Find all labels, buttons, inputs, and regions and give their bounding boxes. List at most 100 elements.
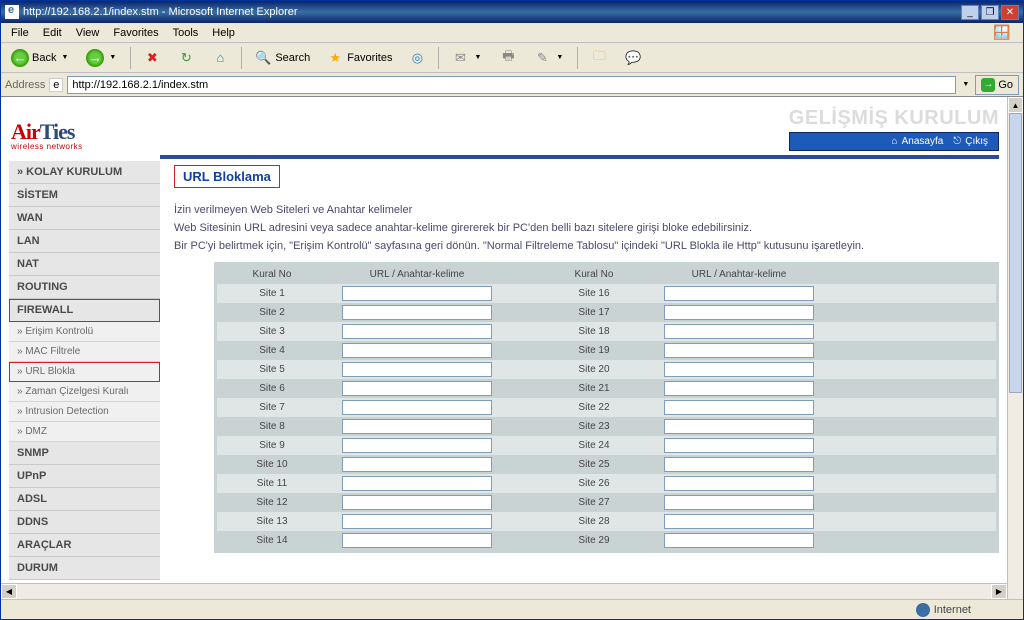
favorites-button[interactable]: ★ Favorites — [320, 46, 398, 70]
logout-icon: ⎋ — [953, 136, 961, 147]
back-label: Back — [32, 52, 56, 64]
url-input-right-11[interactable] — [664, 476, 814, 491]
sidebar-item-lan[interactable]: LAN — [9, 230, 160, 253]
sidebar-item-adsl[interactable]: ADSL — [9, 488, 160, 511]
search-button[interactable]: 🔍 Search — [248, 46, 316, 70]
stop-button[interactable]: ✖ — [137, 46, 167, 70]
menu-file[interactable]: File — [5, 25, 35, 41]
url-input-left-7[interactable] — [342, 400, 492, 415]
menu-tools[interactable]: Tools — [167, 25, 205, 41]
url-input-right-12[interactable] — [664, 495, 814, 510]
rule-label-left: Site 10 — [217, 455, 327, 474]
sidebar-sub-url[interactable]: » URL Blokla — [9, 362, 160, 382]
vertical-scrollbar[interactable]: ▲ ▼ — [1007, 97, 1023, 619]
menu-help[interactable]: Help — [206, 25, 241, 41]
horizontal-scrollbar[interactable]: ◀ ▶ — [1, 583, 1007, 599]
url-input-right-9[interactable] — [664, 438, 814, 453]
url-input-left-10[interactable] — [342, 457, 492, 472]
scroll-track[interactable] — [1008, 113, 1023, 603]
maximize-button[interactable]: ❐ — [981, 5, 999, 20]
link-home[interactable]: ⌂Anasayfa — [892, 136, 944, 147]
sidebar-item-nat[interactable]: NAT — [9, 253, 160, 276]
url-input-left-12[interactable] — [342, 495, 492, 510]
url-input-right-5[interactable] — [664, 362, 814, 377]
address-input[interactable] — [67, 76, 956, 94]
url-input-left-9[interactable] — [342, 438, 492, 453]
menu-view[interactable]: View — [70, 25, 106, 41]
separator — [577, 47, 578, 69]
sidebar-item-kolay[interactable]: » KOLAY KURULUM — [9, 161, 160, 184]
url-input-right-14[interactable] — [664, 533, 814, 548]
sidebar-item-firewall[interactable]: FIREWALL — [9, 299, 160, 322]
folder-button[interactable]: 🗀 — [584, 46, 614, 70]
discuss-button[interactable]: 💬 — [618, 46, 648, 70]
scroll-left-button[interactable]: ◀ — [1, 584, 17, 599]
chevron-down-icon: ▼ — [107, 54, 118, 61]
sidebar-item-wan[interactable]: WAN — [9, 207, 160, 230]
rule-label-right: Site 19 — [539, 341, 649, 360]
url-input-right-2[interactable] — [664, 305, 814, 320]
sidebar-item-upnp[interactable]: UPnP — [9, 465, 160, 488]
url-input-left-1[interactable] — [342, 286, 492, 301]
minimize-button[interactable]: _ — [961, 5, 979, 20]
url-input-left-11[interactable] — [342, 476, 492, 491]
chevron-down-icon[interactable]: ▼ — [960, 81, 971, 88]
url-input-left-3[interactable] — [342, 324, 492, 339]
sidebar: » KOLAY KURULUM SİSTEM WAN LAN NAT ROUTI… — [9, 161, 160, 583]
scroll-right-button[interactable]: ▶ — [991, 584, 1007, 599]
close-button[interactable]: ✕ — [1001, 5, 1019, 20]
url-input-left-13[interactable] — [342, 514, 492, 529]
sidebar-item-araclar[interactable]: ARAÇLAR — [9, 534, 160, 557]
url-input-right-7[interactable] — [664, 400, 814, 415]
back-button[interactable]: ← Back ▼ — [5, 46, 76, 70]
sidebar-sub-erisim[interactable]: » Erişim Kontrolü — [9, 322, 160, 342]
home-button[interactable]: ⌂ — [205, 46, 235, 70]
table-row: Site 14Site 29 — [217, 531, 996, 550]
media-button[interactable]: ◎ — [402, 46, 432, 70]
menu-edit[interactable]: Edit — [37, 25, 68, 41]
url-input-right-8[interactable] — [664, 419, 814, 434]
menu-favorites[interactable]: Favorites — [107, 25, 164, 41]
url-input-left-8[interactable] — [342, 419, 492, 434]
sidebar-sub-mac[interactable]: » MAC Filtrele — [9, 342, 160, 362]
rule-label-left: Site 12 — [217, 493, 327, 512]
rule-label-right: Site 28 — [539, 512, 649, 531]
url-input-left-5[interactable] — [342, 362, 492, 377]
sidebar-sub-zaman[interactable]: » Zaman Çizelgesi Kuralı — [9, 382, 160, 402]
url-input-left-2[interactable] — [342, 305, 492, 320]
go-button[interactable]: → Go — [975, 75, 1019, 95]
rule-label-left: Site 5 — [217, 360, 327, 379]
sidebar-sub-ids[interactable]: » Intrusion Detection — [9, 402, 160, 422]
forward-button[interactable]: → ▼ — [80, 46, 124, 70]
url-input-right-1[interactable] — [664, 286, 814, 301]
sidebar-item-routing[interactable]: ROUTING — [9, 276, 160, 299]
scroll-thumb[interactable] — [1009, 113, 1022, 393]
url-input-left-14[interactable] — [342, 533, 492, 548]
sidebar-item-sistem[interactable]: SİSTEM — [9, 184, 160, 207]
rule-label-left: Site 13 — [217, 512, 327, 531]
url-input-right-3[interactable] — [664, 324, 814, 339]
print-button[interactable]: 🖶 — [493, 46, 523, 70]
sidebar-item-durum[interactable]: DURUM — [9, 557, 160, 580]
sidebar-item-ddns[interactable]: DDNS — [9, 511, 160, 534]
url-input-right-13[interactable] — [664, 514, 814, 529]
url-input-right-6[interactable] — [664, 381, 814, 396]
page-desc-3: Bir PC'yi belirtmek için, "Erişim Kontro… — [174, 240, 999, 252]
link-logout[interactable]: ⎋Çıkış — [953, 136, 988, 147]
edit-button[interactable]: ✎▼ — [527, 46, 571, 70]
mail-button[interactable]: ✉▼ — [445, 46, 489, 70]
home-icon: ⌂ — [211, 49, 229, 67]
sidebar-sub-dmz[interactable]: » DMZ — [9, 422, 160, 442]
url-input-left-4[interactable] — [342, 343, 492, 358]
scroll-up-button[interactable]: ▲ — [1008, 97, 1023, 113]
col-header-url-right: URL / Anahtar-kelime — [649, 265, 829, 284]
refresh-button[interactable]: ↻ — [171, 46, 201, 70]
sidebar-item-snmp[interactable]: SNMP — [9, 442, 160, 465]
edit-icon: ✎ — [533, 49, 551, 67]
url-input-right-10[interactable] — [664, 457, 814, 472]
scroll-track-h[interactable] — [17, 584, 991, 599]
ie-status-icon — [5, 603, 19, 617]
url-input-left-6[interactable] — [342, 381, 492, 396]
url-input-right-4[interactable] — [664, 343, 814, 358]
table-row: Site 11Site 26 — [217, 474, 996, 493]
